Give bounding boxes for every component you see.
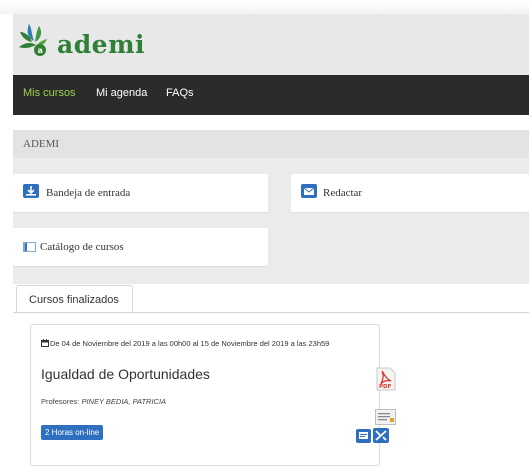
hours-badge: 2 Horas on-line — [41, 425, 104, 440]
course-teachers: Profesores: PINEY BEDIA, PATRICIA — [41, 397, 166, 406]
document-icon[interactable] — [375, 409, 397, 425]
course-title[interactable]: Igualdad de Oportunidades — [41, 366, 210, 382]
teachers-label: Profesores: — [41, 397, 80, 406]
main-nav: Mis cursos Mi agenda FAQs — [13, 75, 529, 115]
catalog-card[interactable]: Catálogo de cursos — [13, 228, 268, 266]
logo-leaf-icon: a — [19, 24, 47, 56]
compose-label: Redactar — [323, 187, 363, 199]
tab-label: Cursos finalizados — [29, 294, 119, 306]
pdf-icon[interactable]: PDF — [376, 367, 396, 391]
inbox-icon — [23, 184, 39, 198]
course-dates-text: De 04 de Noviembre del 2019 a las 00h00 … — [50, 339, 330, 348]
book-icon — [23, 242, 36, 252]
inbox-label: Bandeja de entrada — [46, 187, 131, 199]
breadcrumb-item[interactable]: ADEMI — [23, 138, 59, 150]
forum-icon[interactable] — [356, 429, 371, 443]
course-card: De 04 de Noviembre del 2019 a las 00h00 … — [30, 324, 396, 466]
svg-text:a: a — [38, 46, 43, 55]
nav-mi-agenda[interactable]: Mi agenda — [96, 87, 147, 99]
stats-icon[interactable] — [373, 428, 389, 443]
top-fade — [0, 0, 529, 14]
site-header: a ademi — [13, 14, 529, 75]
course-dates: De 04 de Noviembre del 2019 a las 00h00 … — [41, 339, 329, 348]
tab-cursos-finalizados[interactable]: Cursos finalizados — [16, 285, 133, 313]
compose-card[interactable]: Redactar — [291, 174, 529, 212]
calendar-icon — [41, 339, 49, 347]
breadcrumb: ADEMI — [13, 130, 529, 158]
nav-faqs[interactable]: FAQs — [166, 87, 194, 99]
teachers-names: PINEY BEDIA, PATRICIA — [81, 397, 167, 406]
catalog-label: Catálogo de cursos — [40, 241, 124, 253]
envelope-icon — [301, 184, 317, 198]
inbox-card[interactable]: Bandeja de entrada — [13, 174, 268, 212]
nav-mis-cursos[interactable]: Mis cursos — [23, 87, 76, 99]
tab-divider — [13, 312, 529, 313]
logo-text: ademi — [57, 30, 146, 59]
logo[interactable]: a ademi — [17, 20, 157, 68]
pdf-text: PDF — [379, 384, 392, 390]
